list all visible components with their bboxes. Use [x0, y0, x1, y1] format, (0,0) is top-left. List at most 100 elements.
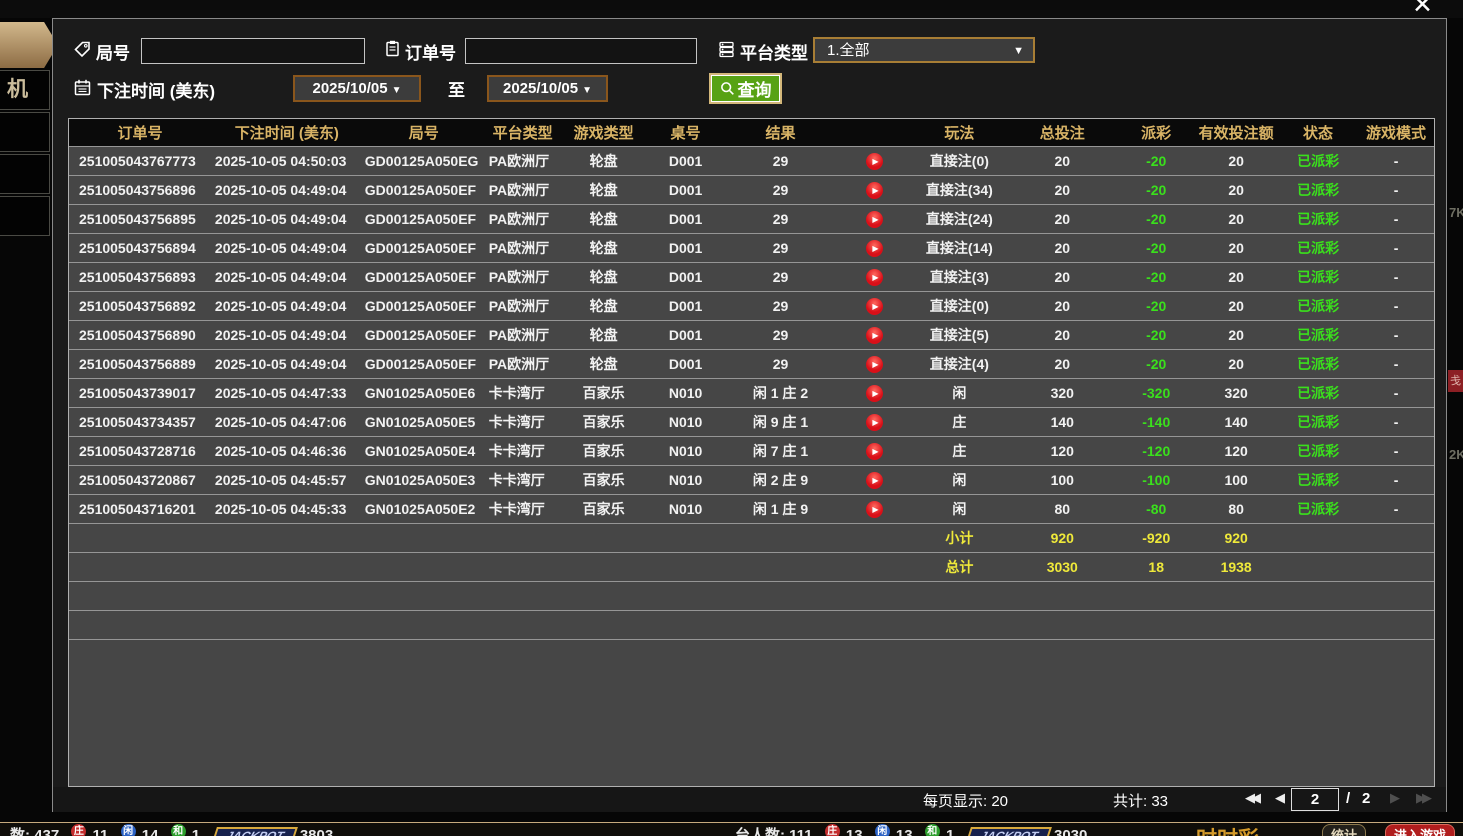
cell-status: 已派彩: [1278, 466, 1358, 494]
player-badge: 闲: [875, 824, 890, 836]
cell-valid-bet: 100: [1194, 466, 1278, 494]
grand-total-label: 总计: [912, 553, 1006, 581]
grand-total-valid-bet: 1938: [1194, 553, 1278, 581]
table-row: 251005043756895 2025-10-05 04:49:04 GD00…: [69, 205, 1434, 234]
round-label: 局号: [96, 39, 130, 64]
prev-page-button[interactable]: ◀: [1275, 790, 1281, 806]
replay-icon[interactable]: ▶: [866, 501, 883, 518]
cell-game-type: 百家乐: [561, 437, 647, 465]
cell-round: GD00125A050EF: [363, 292, 485, 320]
replay-icon[interactable]: ▶: [866, 240, 883, 257]
cell-result: 闲 1 庄 9: [725, 495, 837, 523]
col-game-mode: 游戏模式: [1358, 119, 1434, 146]
banker-count: 11: [93, 827, 109, 836]
replay-icon[interactable]: ▶: [866, 356, 883, 373]
cell-valid-bet: 120: [1194, 437, 1278, 465]
cell-bet-time: 2025-10-05 04:46:36: [211, 437, 363, 465]
replay-icon[interactable]: ▶: [866, 327, 883, 344]
cell-bet-time: 2025-10-05 04:47:06: [211, 408, 363, 436]
cell-payout: -20: [1118, 147, 1194, 175]
search-icon: [720, 81, 735, 96]
bet-table: 订单号 下注时间 (美东) 局号 平台类型 游戏类型 桌号 结果 玩法 总投注 …: [68, 118, 1435, 787]
cell-total-bet: 120: [1006, 437, 1118, 465]
round-input[interactable]: [141, 38, 365, 64]
table-row: 251005043756889 2025-10-05 04:49:04 GD00…: [69, 350, 1434, 379]
cell-result: 闲 1 庄 2: [725, 379, 837, 407]
cell-game-mode: -: [1358, 437, 1434, 465]
empty-row: [69, 611, 1434, 640]
cell-play-type: 闲: [912, 466, 1006, 494]
cell-play-type: 直接注(5): [912, 321, 1006, 349]
tie-count: 1: [946, 827, 954, 836]
cell-valid-bet: 140: [1194, 408, 1278, 436]
replay-icon[interactable]: ▶: [866, 269, 883, 286]
cell-result: 29: [725, 176, 837, 204]
replay-icon[interactable]: ▶: [866, 472, 883, 489]
cell-status: 已派彩: [1278, 321, 1358, 349]
date-to-button[interactable]: 2025/10/05▼: [487, 75, 608, 102]
col-table: 桌号: [647, 119, 725, 146]
cell-play-type: 庄: [912, 437, 1006, 465]
table-empty-area: [69, 640, 1434, 786]
cell-valid-bet: 320: [1194, 379, 1278, 407]
first-page-button[interactable]: ◀◀: [1245, 790, 1257, 806]
cell-bet-time: 2025-10-05 04:49:04: [211, 176, 363, 204]
sidebar-item: [0, 154, 50, 194]
replay-icon[interactable]: ▶: [866, 211, 883, 228]
replay-icon[interactable]: ▶: [866, 182, 883, 199]
close-icon[interactable]: ✕: [1412, 0, 1433, 20]
jackpot-amount: 3030: [1054, 827, 1087, 836]
col-play: [836, 119, 912, 146]
cell-game-mode: -: [1358, 495, 1434, 523]
page-number-input[interactable]: 2: [1291, 788, 1339, 811]
sidebar-item: 机: [0, 70, 50, 110]
cell-bet-time: 2025-10-05 04:49:04: [211, 292, 363, 320]
tie-badge: 和: [925, 824, 940, 836]
cell-order: 251005043734357: [69, 408, 211, 436]
table-row: 251005043716201 2025-10-05 04:45:33 GN01…: [69, 495, 1434, 524]
screen: 机 7K 戋 2K 数: 437 庄 11 闲 14 和 1 JACKPOT 3…: [0, 0, 1463, 836]
platform-select[interactable]: 1.全部 ▼: [813, 37, 1035, 63]
cell-game-mode: -: [1358, 408, 1434, 436]
order-input[interactable]: [465, 38, 697, 64]
cell-valid-bet: 80: [1194, 495, 1278, 523]
replay-icon[interactable]: ▶: [866, 298, 883, 315]
table-row: 251005043767773 2025-10-05 04:50:03 GD00…: [69, 147, 1434, 176]
cell-status: 已派彩: [1278, 292, 1358, 320]
tag-icon: [73, 40, 92, 59]
cell-round: GN01025A050E4: [363, 437, 485, 465]
cell-result: 29: [725, 263, 837, 291]
cell-order: 251005043739017: [69, 379, 211, 407]
date-from-value: 2025/10/05: [313, 80, 388, 97]
replay-icon[interactable]: ▶: [866, 414, 883, 431]
replay-icon[interactable]: ▶: [866, 443, 883, 460]
cell-game-type: 轮盘: [561, 176, 647, 204]
col-bet-time: 下注时间 (美东): [211, 119, 363, 146]
cell-payout: -20: [1118, 263, 1194, 291]
page-separator: /: [1346, 790, 1350, 807]
date-from-button[interactable]: 2025/10/05▼: [293, 75, 421, 102]
cell-valid-bet: 20: [1194, 234, 1278, 262]
subtotal-valid-bet: 920: [1194, 524, 1278, 552]
player-badge: 闲: [121, 824, 136, 836]
cell-valid-bet: 20: [1194, 292, 1278, 320]
cell-platform: PA欧洲厅: [485, 263, 561, 291]
cell-platform: 卡卡湾厅: [485, 437, 561, 465]
player-count: 数: 437: [10, 827, 59, 836]
cell-total-bet: 20: [1006, 205, 1118, 233]
chevron-down-icon: ▼: [582, 85, 592, 96]
cell-platform: 卡卡湾厅: [485, 495, 561, 523]
cell-game-type: 轮盘: [561, 263, 647, 291]
next-page-button[interactable]: ▶: [1390, 790, 1396, 806]
replay-icon[interactable]: ▶: [866, 385, 883, 402]
cell-game-mode: -: [1358, 292, 1434, 320]
cell-round: GD00125A050EF: [363, 205, 485, 233]
cell-play-type: 闲: [912, 379, 1006, 407]
jackpot-banner: JACKPOT: [966, 827, 1053, 836]
cell-result: 29: [725, 350, 837, 378]
replay-icon[interactable]: ▶: [866, 153, 883, 170]
search-button[interactable]: 查询: [709, 73, 782, 104]
cell-platform: PA欧洲厅: [485, 176, 561, 204]
cell-total-bet: 20: [1006, 234, 1118, 262]
last-page-button[interactable]: ▶▶: [1416, 790, 1428, 806]
